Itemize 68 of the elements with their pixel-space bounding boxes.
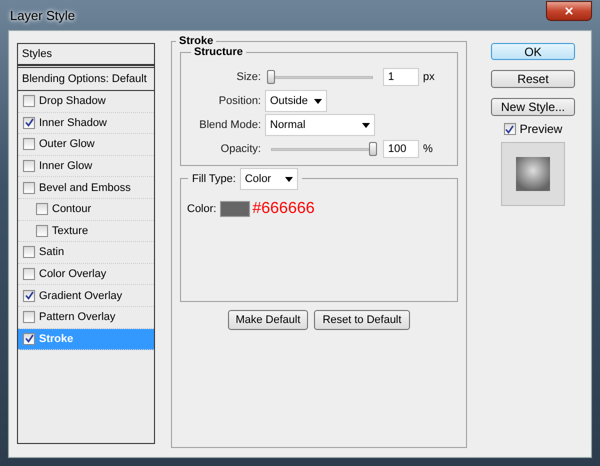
field-label: Opacity: [220, 143, 261, 155]
caret-icon [362, 122, 370, 128]
list-header: Styles [22, 48, 52, 60]
field-label: Position: [218, 95, 261, 107]
slider-thumb[interactable] [267, 70, 275, 84]
color-swatch[interactable] [220, 201, 250, 217]
style-label: Satin [39, 246, 64, 258]
opacity-field[interactable]: 100 [383, 140, 419, 158]
fill-type-dropdown[interactable]: Color [240, 168, 298, 190]
style-item[interactable]: Drop Shadow [18, 91, 154, 113]
position-dropdown[interactable]: Outside [265, 90, 327, 112]
unit-label: px [423, 71, 435, 83]
checkbox[interactable] [23, 95, 35, 108]
color-hex: #666666 [252, 200, 315, 217]
checkbox[interactable] [504, 123, 516, 135]
style-item[interactable]: Contour [18, 198, 154, 221]
style-item[interactable]: Inner Glow [18, 156, 154, 178]
ok-button[interactable]: OK [491, 43, 575, 60]
style-label: Drop Shadow [39, 95, 106, 108]
style-label: Pattern Overlay [39, 311, 116, 324]
checkbox[interactable] [23, 182, 35, 194]
style-item[interactable]: Satin [18, 242, 154, 264]
style-label: Outer Glow [39, 138, 95, 150]
group-title: Stroke [176, 35, 216, 47]
field-label: Blend Mode: [198, 119, 261, 131]
window-title: Layer Style [9, 8, 76, 22]
field-label: Size: [236, 71, 261, 83]
checkbox[interactable] [23, 160, 35, 172]
checkbox[interactable] [23, 311, 35, 324]
checkbox[interactable] [23, 268, 35, 280]
style-item[interactable]: Inner Shadow [18, 112, 154, 134]
style-item[interactable]: Bevel and Emboss [18, 177, 154, 199]
style-label: Texture [52, 224, 88, 237]
style-item[interactable]: Gradient Overlay [18, 285, 154, 307]
blending-options[interactable]: Blending Options: Default [22, 73, 147, 85]
style-label: Bevel and Emboss [39, 182, 131, 194]
style-label: Inner Glow [39, 160, 92, 172]
style-label: Inner Shadow [39, 116, 107, 129]
checkbox[interactable] [23, 332, 35, 345]
preview-label: Preview [520, 122, 562, 136]
checkbox[interactable] [36, 203, 48, 216]
style-item[interactable]: Color Overlay [18, 264, 154, 286]
checkbox[interactable] [23, 246, 35, 258]
preview-swatch-icon [516, 157, 550, 191]
reset-button[interactable]: Reset [491, 70, 575, 88]
close-button[interactable]: × [546, 1, 592, 21]
caret-icon [314, 98, 322, 104]
caret-icon [284, 176, 293, 182]
unit-label: % [423, 143, 433, 155]
slider-thumb[interactable] [369, 142, 377, 156]
checkbox[interactable] [36, 224, 48, 237]
style-label: Contour [52, 203, 92, 216]
style-label: Stroke [39, 332, 74, 345]
checkbox[interactable] [23, 290, 35, 302]
field-label: Color: [187, 202, 216, 215]
blend-mode-dropdown[interactable]: Normal [265, 114, 375, 136]
reset-to-default-button[interactable]: Reset to Default [314, 310, 410, 330]
style-item[interactable]: Texture [18, 220, 154, 242]
group-title: Structure [191, 46, 246, 58]
make-default-button[interactable]: Make Default [228, 310, 308, 330]
style-label: Color Overlay [39, 268, 106, 280]
checkbox[interactable] [23, 138, 35, 150]
style-item[interactable]: Outer Glow [18, 134, 154, 156]
style-label: Gradient Overlay [39, 290, 122, 302]
field-label: Fill Type: [192, 173, 236, 185]
checkbox[interactable] [23, 116, 35, 129]
size-field[interactable]: 1 [383, 68, 419, 86]
new-style-button[interactable]: New Style... [491, 98, 575, 116]
